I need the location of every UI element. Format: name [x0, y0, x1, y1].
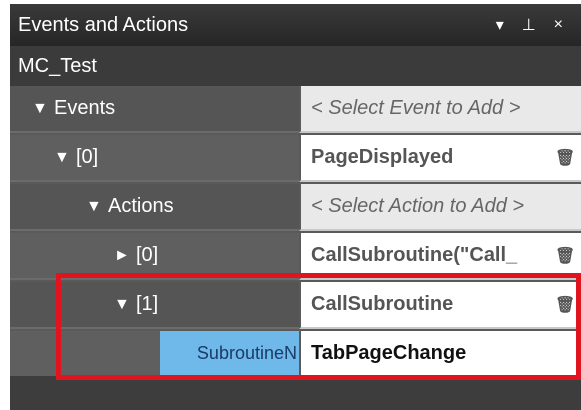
panel-title: Events and Actions	[18, 13, 189, 36]
tree-row-events[interactable]: ▼ Events < Select Event to Add >	[10, 86, 581, 133]
pin-icon[interactable]: ⊥	[522, 15, 536, 35]
events-and-actions-panel: Events and Actions ▾ ⊥ × MC_Test ▼ Event…	[0, 0, 581, 410]
delete-icon[interactable]: 🗑	[555, 148, 581, 168]
action-value[interactable]: CallSubroutine("Call_ 🗑	[299, 233, 581, 280]
tree-label: Events	[54, 97, 116, 119]
tree-label: [0]	[136, 244, 159, 266]
panel-titlebar: Events and Actions ▾ ⊥ ×	[10, 4, 581, 46]
select-event-dropdown[interactable]: < Select Event to Add >	[299, 86, 581, 133]
select-action-dropdown[interactable]: < Select Action to Add >	[299, 184, 581, 231]
delete-icon[interactable]: 🗑	[555, 246, 581, 266]
tree-label: Actions	[108, 195, 174, 217]
delete-icon[interactable]: 🗑	[555, 295, 581, 315]
expand-icon[interactable]: ▼	[114, 296, 136, 314]
subroutine-name-field[interactable]: TabPageChange	[299, 331, 581, 378]
tree-row-action-1[interactable]: ▼ [1] CallSubroutine 🗑	[10, 282, 581, 329]
expand-icon[interactable]: ▼	[86, 198, 108, 216]
property-grid: ▼ Events < Select Event to Add > ▼ [0] P…	[10, 86, 581, 378]
tree-label: [0]	[76, 146, 99, 168]
dropdown-icon[interactable]: ▾	[496, 15, 504, 35]
grid-footer	[10, 376, 581, 410]
tree-row-event-0[interactable]: ▼ [0] PageDisplayed 🗑	[10, 135, 581, 182]
close-icon[interactable]: ×	[554, 16, 563, 34]
event-value[interactable]: PageDisplayed 🗑	[299, 135, 581, 182]
tree-row-subroutine[interactable]: SubroutineN TabPageChange	[10, 331, 581, 378]
tree-row-action-0[interactable]: ► [0] CallSubroutine("Call_ 🗑	[10, 233, 581, 280]
subroutine-name-label: SubroutineN	[160, 331, 299, 376]
action-value[interactable]: CallSubroutine 🗑	[299, 282, 581, 329]
collapsed-icon[interactable]: ►	[114, 247, 136, 265]
object-name: MC_Test	[10, 46, 581, 86]
expand-icon[interactable]: ▼	[32, 100, 54, 118]
expand-icon[interactable]: ▼	[54, 149, 76, 167]
tree-row-actions[interactable]: ▼ Actions < Select Action to Add >	[10, 184, 581, 231]
tree-label: [1]	[136, 293, 159, 315]
